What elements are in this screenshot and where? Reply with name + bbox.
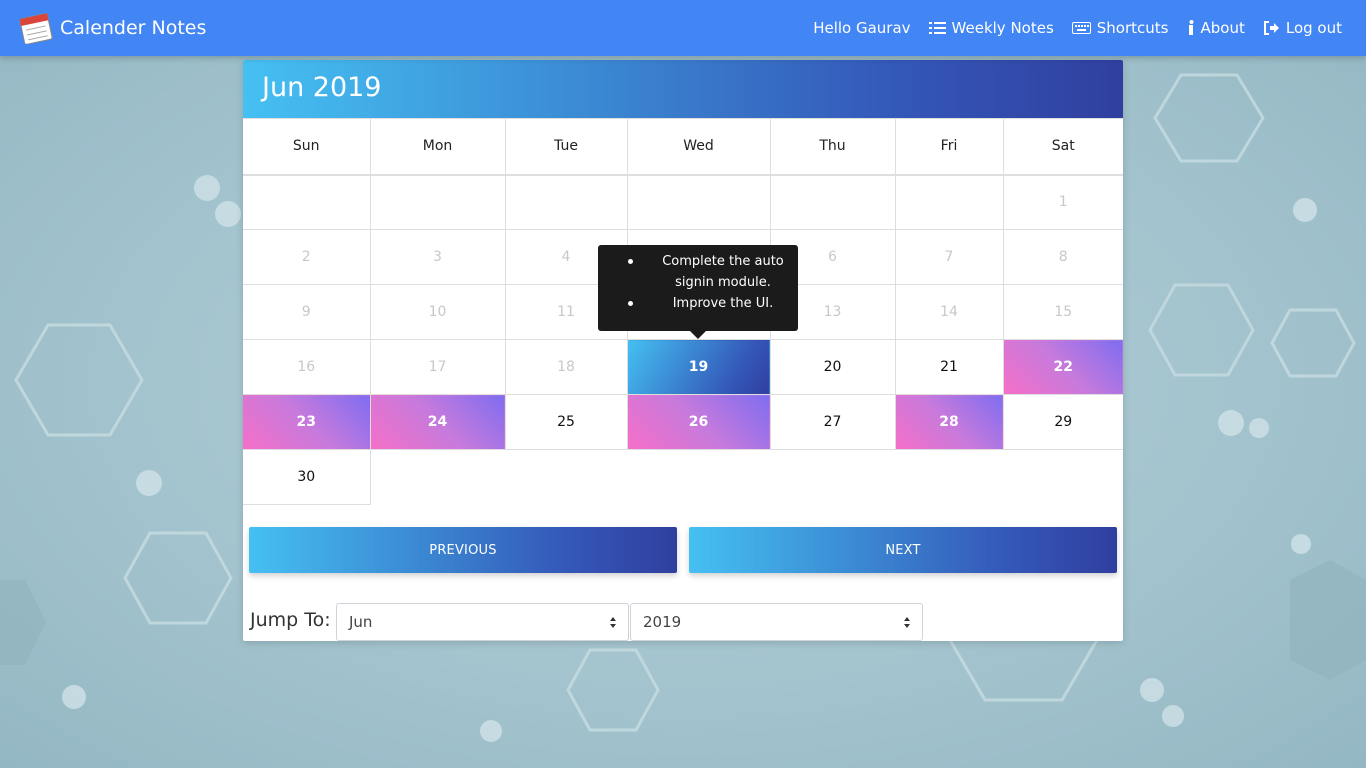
tooltip-arrow xyxy=(690,331,706,339)
calendar-filler-cell xyxy=(1003,450,1123,505)
calendar-day-cell[interactable]: 24 xyxy=(369,394,506,450)
calendar-empty-cell xyxy=(504,174,628,230)
calendar-title: Jun 2019 xyxy=(243,60,1123,118)
weekday-wed: Wed xyxy=(626,118,771,176)
brand[interactable]: Calender Notes xyxy=(18,12,206,44)
nav-about[interactable]: About xyxy=(1187,19,1245,37)
note-list: Complete the auto signin module. Improve… xyxy=(598,245,798,314)
calendar-day-cell[interactable]: 28 xyxy=(894,394,1004,450)
top-navbar: Calender Notes Hello Gaurav Weekly Notes… xyxy=(0,0,1366,56)
calendar-day-cell[interactable]: 30 xyxy=(243,449,371,505)
calendar-day-cell[interactable]: 22 xyxy=(1002,339,1123,395)
calendar-empty-cell xyxy=(243,174,371,230)
month-select[interactable]: Jun xyxy=(336,603,629,641)
nav-about-label: About xyxy=(1200,19,1245,37)
keyboard-icon xyxy=(1071,22,1091,34)
info-icon xyxy=(1188,20,1193,35)
nav-logout-label: Log out xyxy=(1285,19,1342,37)
brand-name: Calender Notes xyxy=(60,17,207,39)
calendar-day-cell[interactable]: 27 xyxy=(769,394,896,450)
nav-weekly-notes[interactable]: Weekly Notes xyxy=(928,19,1054,37)
calendar-empty-cell xyxy=(369,174,506,230)
calendar-day-cell[interactable]: 17 xyxy=(369,339,506,395)
calendar-empty-cell xyxy=(894,174,1004,230)
calendar-day-cell[interactable]: 25 xyxy=(504,394,628,450)
calendar-day-cell[interactable]: 15 xyxy=(1002,284,1123,340)
weekday-thu: Thu xyxy=(769,118,896,176)
calendar-filler-cell xyxy=(770,450,895,505)
greeting: Hello Gaurav xyxy=(813,19,910,37)
calendar-day-cell[interactable]: 3 xyxy=(369,229,506,285)
calendar-empty-cell xyxy=(626,174,771,230)
weekday-mon: Mon xyxy=(369,118,506,176)
previous-button[interactable]: PREVIOUS xyxy=(249,527,677,573)
calendar-day-cell[interactable]: 2 xyxy=(243,229,371,285)
calendar-filler-cell xyxy=(370,450,505,505)
calendar-week-row: 1 xyxy=(243,174,1123,230)
logout-icon xyxy=(1263,21,1279,35)
calendar-day-cell[interactable]: 14 xyxy=(894,284,1004,340)
nav-logout[interactable]: Log out xyxy=(1263,19,1342,37)
calendar-filler-cell xyxy=(505,450,627,505)
calendar-filler-cell xyxy=(895,450,1003,505)
greeting-text: Hello Gaurav xyxy=(813,19,911,37)
list-icon xyxy=(928,22,946,34)
note-item: Complete the auto signin module. xyxy=(618,251,788,293)
calendar-day-cell[interactable]: 29 xyxy=(1002,394,1123,450)
year-select[interactable]: 2019 xyxy=(630,603,923,641)
weekday-sat: Sat xyxy=(1002,118,1123,176)
calendar-day-cell[interactable]: 23 xyxy=(243,394,371,450)
select-caret-icon xyxy=(904,617,910,628)
nav-links: Hello Gaurav Weekly Notes Shortcuts Abou… xyxy=(813,0,1342,56)
select-caret-icon xyxy=(610,617,616,628)
calendar-day-cell[interactable]: 26 xyxy=(626,394,771,450)
calendar-day-cell[interactable]: 18 xyxy=(504,339,628,395)
calendar-day-cell[interactable]: 20 xyxy=(769,339,896,395)
calendar-day-cell[interactable]: 8 xyxy=(1002,229,1123,285)
jump-to-label: Jump To: xyxy=(250,609,331,631)
calendar-day-cell[interactable]: 16 xyxy=(243,339,371,395)
nav-shortcuts-label: Shortcuts xyxy=(1096,19,1169,37)
nav-shortcuts[interactable]: Shortcuts xyxy=(1071,19,1169,37)
calendar-day-cell[interactable]: 1 xyxy=(1002,174,1123,230)
calendar-day-cell[interactable]: 19 xyxy=(626,339,771,395)
calendar-card: Jun 2019 Sun Mon Tue Wed Thu Fri Sat 123… xyxy=(243,60,1123,641)
next-button[interactable]: NEXT xyxy=(689,527,1117,573)
weekday-sun: Sun xyxy=(243,118,371,176)
weekday-tue: Tue xyxy=(504,118,628,176)
year-select-value: 2019 xyxy=(643,613,682,631)
weekday-header-row: Sun Mon Tue Wed Thu Fri Sat xyxy=(243,118,1123,176)
nav-weekly-notes-label: Weekly Notes xyxy=(951,19,1054,37)
calendar-empty-cell xyxy=(769,174,896,230)
calendar-icon xyxy=(19,13,53,44)
note-item: Improve the UI. xyxy=(618,293,788,314)
calendar-week-row: 16 17 18 19 20 21 22 xyxy=(243,339,1123,395)
weekday-fri: Fri xyxy=(894,118,1004,176)
calendar-filler-cell xyxy=(627,450,770,505)
calendar-week-row: 23 24 25 26 27 28 29 xyxy=(243,394,1123,450)
calendar-day-cell[interactable]: 10 xyxy=(369,284,506,340)
calendar-day-cell[interactable]: 9 xyxy=(243,284,371,340)
month-select-value: Jun xyxy=(349,613,373,631)
calendar-week-row: 30 xyxy=(243,449,1123,505)
calendar-day-cell[interactable]: 7 xyxy=(894,229,1004,285)
note-tooltip: Complete the auto signin module. Improve… xyxy=(598,245,798,339)
calendar-day-cell[interactable]: 21 xyxy=(894,339,1004,395)
calendar-body: 1234567891011121314151617181920212223242… xyxy=(243,174,1123,505)
